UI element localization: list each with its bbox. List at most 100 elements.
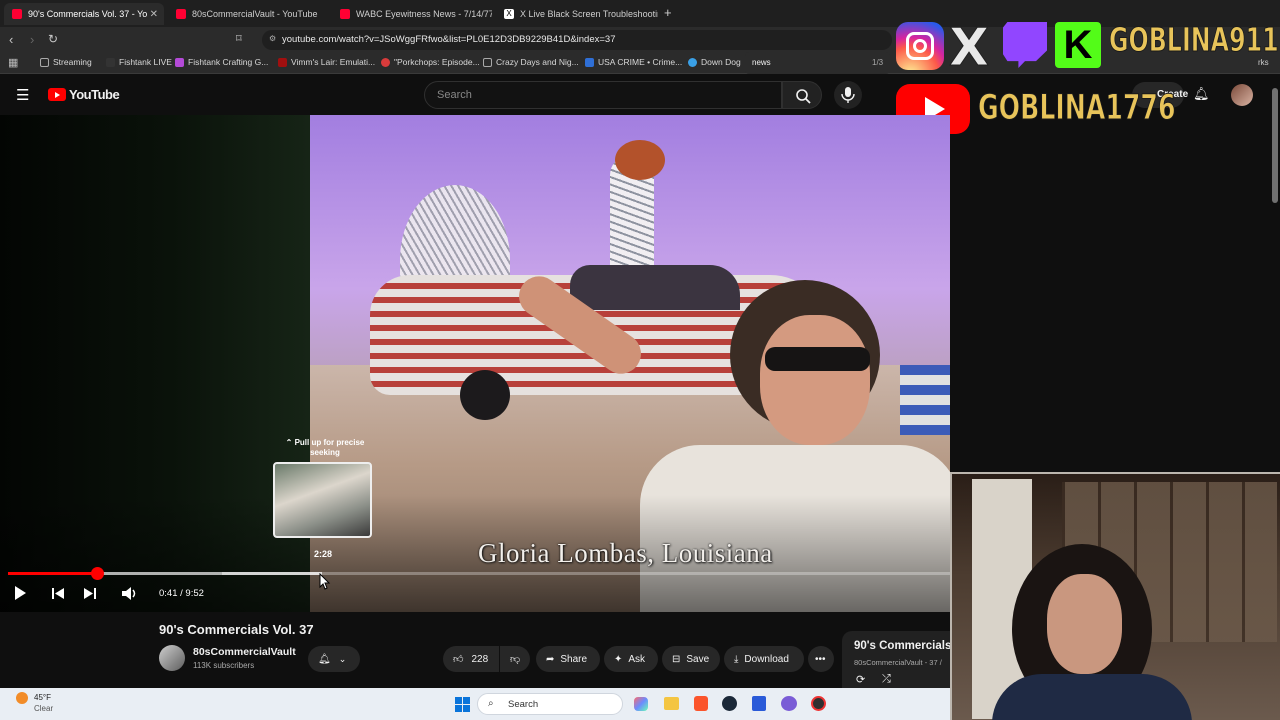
close-tab-icon[interactable]: ✕: [150, 9, 158, 20]
precise-seeking-text: Pull up for precise seeking: [294, 438, 365, 457]
tab-title: 80sCommercialVault - YouTube: [192, 9, 318, 19]
dislike-button[interactable]: 👎︎: [500, 646, 530, 672]
progress-scrubber[interactable]: [91, 567, 104, 580]
copilot-icon[interactable]: [634, 697, 648, 711]
file-explorer-icon[interactable]: [664, 697, 679, 710]
instagram-icon: [896, 22, 944, 70]
webcam-feed: [950, 472, 1280, 720]
rooster-head-shape: [615, 140, 665, 180]
reload-icon[interactable]: ↻: [48, 32, 58, 46]
bookmark-label: Vimm's Lair: Emulati...: [291, 57, 376, 67]
back-icon[interactable]: ‹: [9, 32, 13, 47]
voice-search-button[interactable]: [834, 81, 862, 109]
tab-80s-commercial-vault[interactable]: 80sCommercialVault - YouTube: [168, 3, 330, 25]
bookmark-down-dog[interactable]: Down Dog: [688, 57, 741, 67]
youtube-favicon-icon: [176, 9, 186, 19]
new-tab-button[interactable]: +: [664, 5, 672, 20]
youtube-logo[interactable]: YouTube: [48, 87, 120, 102]
next-icon[interactable]: [83, 587, 97, 600]
playlist-title[interactable]: 90's Commercials: [854, 640, 950, 652]
taskbar-search[interactable]: ⌕ Search: [477, 693, 623, 715]
tab-title: WABC Eyewitness News - 7/14/77 - Y: [356, 9, 492, 19]
car-window-shape: [570, 265, 740, 310]
download-button[interactable]: ⤓ Download: [724, 646, 804, 672]
bookmark-porkchops[interactable]: "Porkchops: Episode...: [381, 57, 480, 67]
tab-90s-commercials[interactable]: 90's Commercials Vol. 37 - Yo ✕: [4, 3, 164, 25]
tab-x-live-troubleshooting[interactable]: X X Live Black Screen Troubleshooting: [496, 3, 658, 25]
bookmark-label: Crazy Days and Nig...: [496, 57, 579, 67]
loop-icon[interactable]: ⟳: [856, 673, 865, 686]
save-button[interactable]: ⊟ Save: [662, 646, 720, 672]
bookmark-usa-crime[interactable]: USA CRIME • Crime...: [585, 57, 682, 67]
save-label: Save: [686, 653, 710, 665]
thumbs-up-icon: 👍︎: [453, 654, 464, 665]
subscription-bell-button[interactable]: 🔔︎ ⌄: [308, 646, 360, 672]
playlist-subtitle: 80sCommercialVault - 37 /: [854, 658, 942, 667]
search-button[interactable]: [782, 81, 822, 109]
subscriber-count: 113K subscribers: [193, 661, 255, 670]
channel-name[interactable]: 80sCommercialVault: [193, 646, 296, 658]
more-actions-button[interactable]: •••: [808, 646, 834, 672]
notepad-icon[interactable]: [752, 696, 766, 711]
ask-button[interactable]: ✦ Ask: [604, 646, 658, 672]
thumbs-down-icon: 👎︎: [510, 654, 521, 665]
apps-grid-icon[interactable]: ▦: [8, 56, 18, 69]
goblina911-handle: GOBLINA911: [1109, 20, 1279, 60]
more-horizontal-icon: •••: [815, 653, 826, 665]
like-count: 228: [471, 653, 489, 665]
car-wheel-shape: [460, 370, 510, 420]
bookmark-label: Fishtank LIVE: [119, 57, 172, 67]
bookmark-fishtank-live[interactable]: Fishtank LIVE: [106, 57, 172, 67]
person-sweatshirt-shape: [992, 674, 1192, 720]
download-label: Download: [744, 653, 789, 665]
address-bar[interactable]: ⚙ youtube.com/watch?v=JSoWggFRfwo&list=P…: [262, 30, 892, 50]
seek-preview-time: 2:28: [313, 549, 332, 559]
share-button[interactable]: ➦ Share: [536, 646, 600, 672]
shuffle-icon[interactable]: ⤮: [882, 673, 891, 686]
volume-icon[interactable]: [121, 586, 139, 601]
fishtank-crafting-icon: [175, 57, 184, 67]
find-bar[interactable]: news 1/3: [745, 52, 890, 74]
weather-icon: [16, 692, 28, 704]
forward-icon[interactable]: ›: [30, 32, 34, 47]
download-icon: ⤓: [734, 653, 739, 665]
bookmark-vimms-lair[interactable]: Vimm's Lair: Emulati...: [278, 57, 375, 67]
bookmark-streaming[interactable]: Streaming: [40, 57, 92, 67]
previous-icon[interactable]: [51, 587, 65, 600]
video-player[interactable]: [0, 115, 950, 612]
site-info-icon[interactable]: ⚙: [269, 34, 276, 43]
play-icon[interactable]: [15, 586, 26, 600]
bookmark-label: USA CRIME • Crime...: [598, 57, 683, 67]
windows-taskbar: 45°F Clear ⌕ Search: [0, 688, 950, 720]
bookmark-label: Streaming: [53, 57, 92, 67]
channel-avatar[interactable]: [159, 645, 185, 671]
youtube-search-input[interactable]: Search: [424, 81, 782, 109]
video-caption-text: Gloria Lombas, Louisiana: [478, 538, 773, 568]
brave-browser-icon[interactable]: [694, 696, 708, 711]
bookmark-fishtank-crafting[interactable]: Fishtank Crafting G...: [175, 57, 268, 67]
sunglasses-shape: [765, 347, 870, 371]
tab-wabc-eyewitness[interactable]: WABC Eyewitness News - 7/14/77 - Y: [332, 3, 492, 25]
weather-desc: Clear: [34, 704, 54, 713]
twitch-icon: [1003, 22, 1047, 68]
discord-icon[interactable]: [781, 696, 797, 711]
video-title: 90's Commercials Vol. 37: [159, 622, 314, 637]
goblina1776-handle: GOBLINA1776: [978, 88, 1176, 129]
progress-hover: [222, 572, 322, 575]
obs-icon[interactable]: [811, 696, 826, 711]
seek-preview-thumbnail: [273, 462, 372, 538]
bookmark-label: Down Dog: [701, 57, 741, 67]
weather-temp[interactable]: 45°F: [34, 693, 51, 702]
steam-icon[interactable]: [722, 696, 737, 711]
hamburger-menu-icon[interactable]: ☰: [16, 86, 29, 104]
usa-crime-icon: [585, 57, 594, 67]
windows-start-icon[interactable]: [455, 697, 470, 712]
chevron-down-icon: ⌄: [338, 653, 347, 664]
bookmark-crazy-days[interactable]: Crazy Days and Nig...: [483, 57, 579, 67]
like-button[interactable]: 👍︎ 228: [443, 646, 499, 672]
page-scrollbar[interactable]: [1272, 88, 1278, 203]
find-query: news: [752, 58, 771, 67]
bookmark-icon[interactable]: ⌑: [236, 32, 242, 45]
save-bookmark-icon: ⊟: [672, 653, 681, 665]
youtube-play-logo-icon: [48, 88, 66, 101]
